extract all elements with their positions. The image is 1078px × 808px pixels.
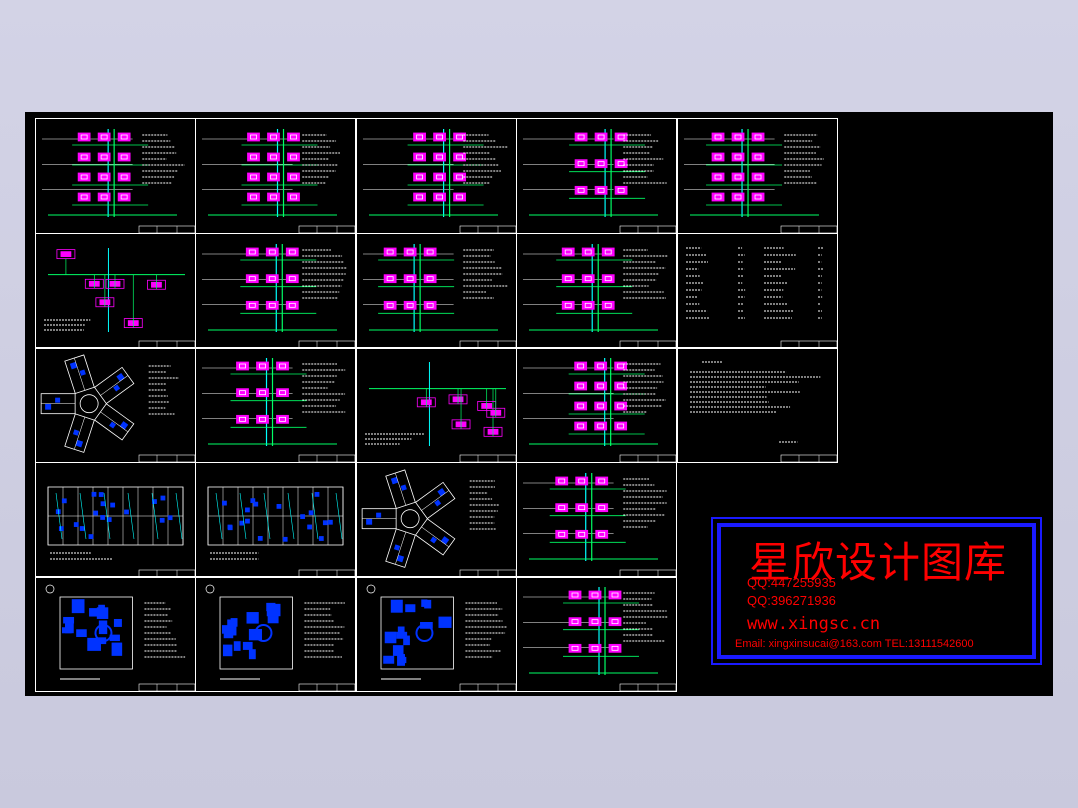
sheet-drawing-riser: [202, 129, 355, 233]
sheet-drawing-grid-plan: [207, 486, 355, 577]
drawing-sheet-r1c2: [195, 118, 356, 234]
sheet-drawing-riser: [42, 129, 195, 233]
drawing-sheet-r4c1: [35, 462, 196, 578]
drawing-sheet-r3c3: [356, 347, 517, 463]
sheet-drawing-riser: [684, 129, 837, 233]
drawing-sheet-r2c5: [677, 233, 838, 349]
sheet-drawing-riser: [202, 244, 355, 348]
sheet-drawing-radial-plan: [361, 469, 516, 577]
sheet-drawing-riser: [523, 129, 676, 233]
drawing-sheet-r3c5: [677, 347, 838, 463]
sheet-drawing-riser: [363, 244, 516, 348]
sheet-drawing-riser: [523, 244, 676, 348]
sheet-drawing-schematic: [365, 362, 516, 462]
sheet-drawing-unit-plan: [45, 584, 195, 691]
sheet-drawing-riser: [523, 587, 676, 691]
sheet-drawing-riser: [363, 129, 516, 233]
drawing-sheet-r4c4: [516, 462, 677, 578]
drawing-sheet-r1c1: [35, 118, 196, 234]
drawing-sheet-r1c3: [356, 118, 517, 234]
watermark-website: www.xingsc.cn: [747, 614, 881, 634]
drawing-sheet-r3c2: [195, 347, 356, 463]
watermark-qq-1: QQ:447255935: [747, 575, 836, 590]
drawing-sheet-r5c4: [516, 576, 677, 692]
drawing-sheet-r5c2: [195, 576, 356, 692]
sheet-drawing-riser: [523, 473, 676, 577]
drawing-sheet-r2c2: [195, 233, 356, 349]
watermark-qq-2: QQ:396271936: [747, 593, 836, 608]
sheet-drawing-riser: [523, 358, 676, 462]
watermark-banner: 星欣设计图库 QQ:447255935 QQ:396271936 www.xin…: [711, 517, 1042, 665]
sheet-drawing-schematic: [44, 248, 195, 348]
drawing-sheet-r1c5: [677, 118, 838, 234]
drawing-sheet-r1c4: [516, 118, 677, 234]
drawing-sheet-r3c1: [35, 347, 196, 463]
drawing-sheet-r5c3: [356, 576, 517, 692]
sheet-drawing-unit-plan: [366, 584, 516, 691]
sheet-drawing-grid-plan: [47, 486, 195, 577]
drawing-sheet-r2c1: [35, 233, 196, 349]
drawing-sheet-r4c2: [195, 462, 356, 578]
drawing-sheet-r4c3: [356, 462, 517, 578]
sheet-drawing-notes: [690, 361, 837, 462]
sheet-drawing-unit-plan: [205, 584, 355, 691]
cad-drawing-viewport[interactable]: 星欣设计图库 QQ:447255935 QQ:396271936 www.xin…: [25, 112, 1053, 696]
drawing-sheet-r3c4: [516, 347, 677, 463]
sheet-drawing-table: [686, 247, 837, 348]
drawing-sheet-r5c1: [35, 576, 196, 692]
sheet-drawing-radial-plan: [40, 354, 195, 462]
drawing-sheet-r2c3: [356, 233, 517, 349]
sheet-drawing-riser: [202, 358, 355, 462]
drawing-sheet-r2c4: [516, 233, 677, 349]
watermark-email: Email: xingxinsucai@163.com TEL:13111542…: [735, 638, 974, 650]
